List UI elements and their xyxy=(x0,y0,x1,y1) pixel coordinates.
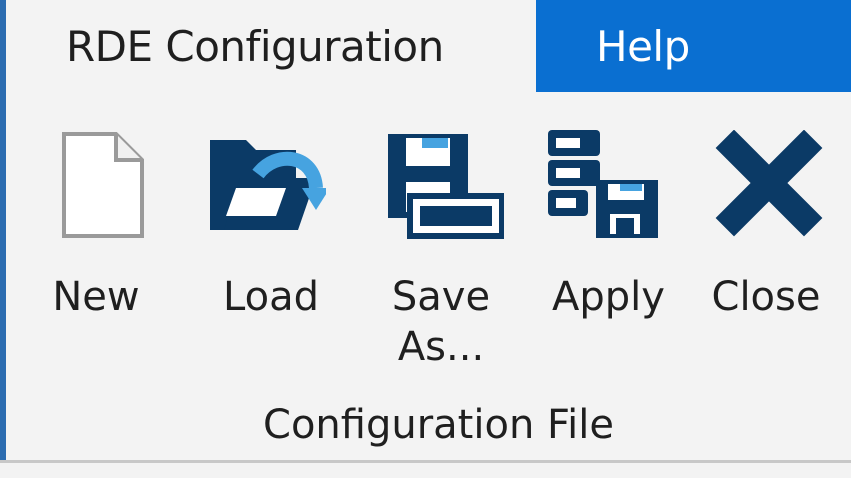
save-as-button[interactable]: Save As... xyxy=(366,92,516,392)
apply-button[interactable]: Apply xyxy=(526,92,681,392)
tab-help[interactable]: Help xyxy=(536,0,851,92)
ribbon: RDE Configuration Help New Load Save As.… xyxy=(0,0,851,478)
open-folder-icon xyxy=(206,130,330,240)
ribbon-bottom-strip xyxy=(0,463,851,478)
close-button[interactable]: Close xyxy=(696,92,841,392)
close-button-label: Close xyxy=(711,274,821,320)
group-label-configuration-file: Configuration File xyxy=(263,402,614,448)
tab-help-label: Help xyxy=(596,21,690,71)
save-as-button-label: Save As... xyxy=(376,272,506,372)
close-x-icon xyxy=(714,129,824,240)
ribbon-group-configuration-file: New Load Save As... Apply Close Configur… xyxy=(6,92,851,460)
tab-rde-configuration-label: RDE Configuration xyxy=(66,21,444,71)
load-button[interactable]: Load xyxy=(181,92,341,392)
new-button-label: New xyxy=(52,274,140,320)
apply-config-icon xyxy=(544,130,664,240)
save-as-label-line2: As... xyxy=(397,324,485,370)
apply-button-label: Apply xyxy=(552,274,665,320)
ribbon-tab-bar: RDE Configuration Help xyxy=(6,0,851,92)
tab-rde-configuration[interactable]: RDE Configuration xyxy=(6,0,536,92)
new-button[interactable]: New xyxy=(6,92,176,392)
save-as-icon xyxy=(384,130,505,240)
new-document-icon xyxy=(58,130,148,240)
load-button-label: Load xyxy=(223,274,319,320)
save-as-label-line1: Save xyxy=(391,274,491,320)
